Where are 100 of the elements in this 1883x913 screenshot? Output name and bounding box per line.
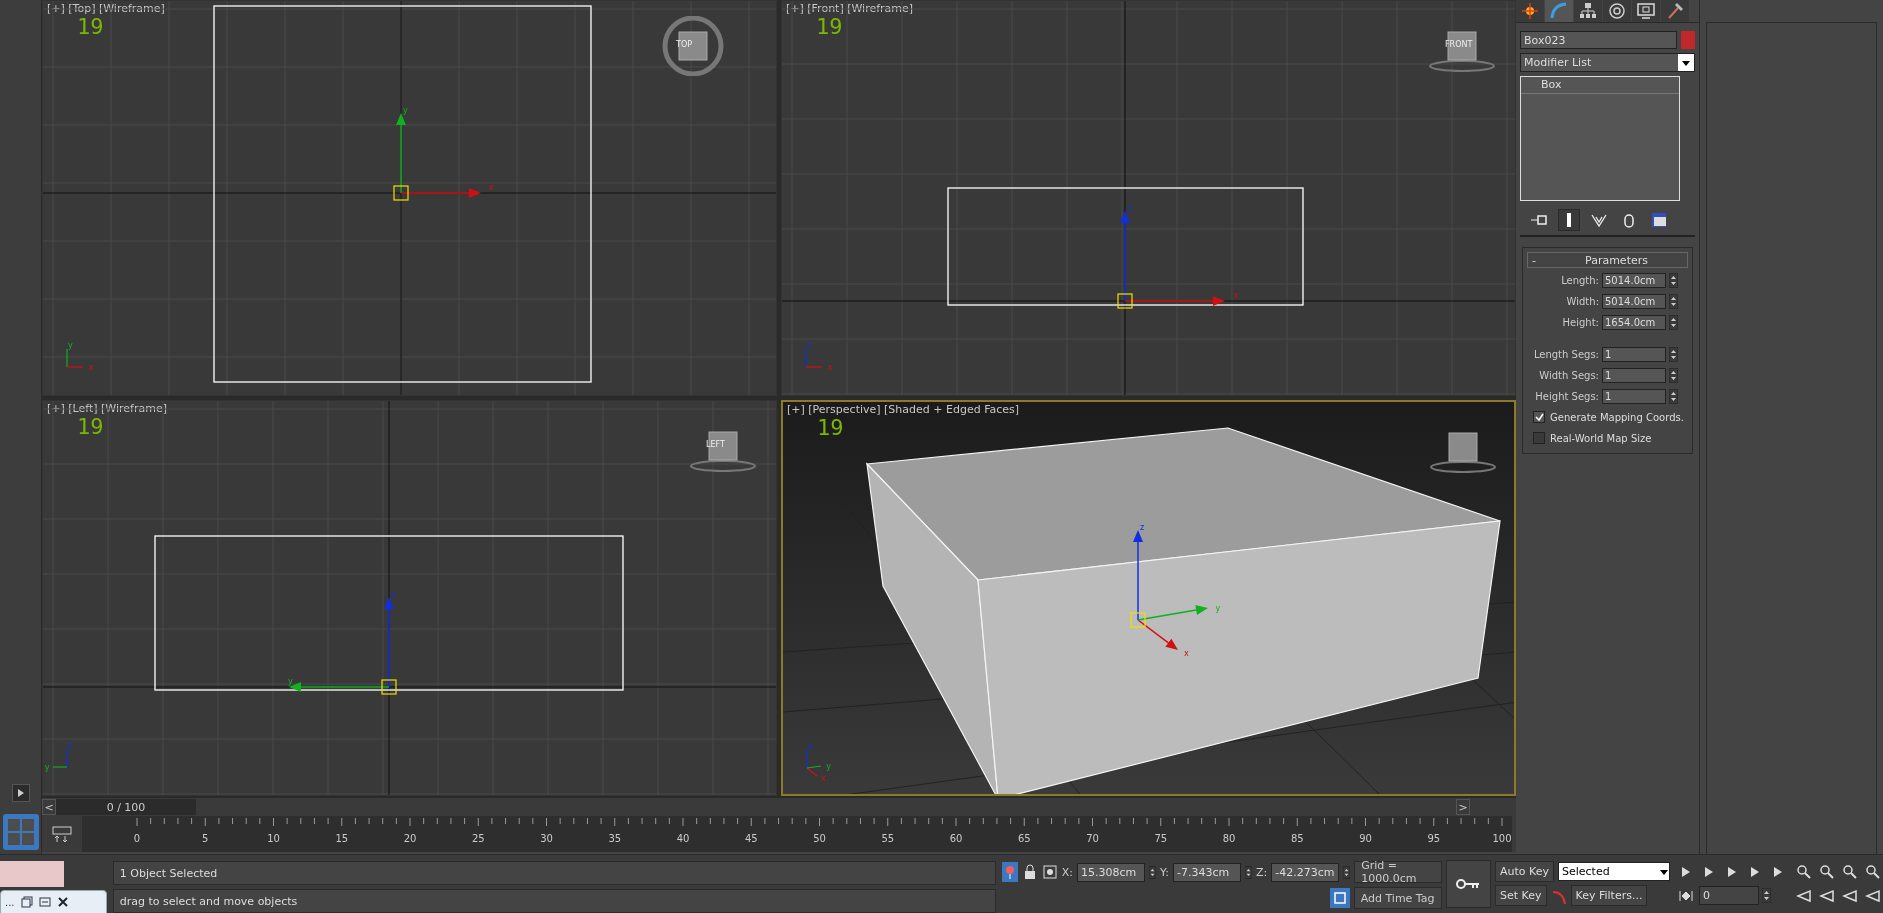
- close-icon[interactable]: [56, 896, 69, 908]
- object-name-field[interactable]: Box023: [1520, 31, 1677, 49]
- axis-label: x: [88, 363, 94, 372]
- curve-editor-icon[interactable]: [52, 824, 72, 844]
- restore-icon[interactable]: [20, 896, 33, 908]
- play-button[interactable]: [11, 784, 30, 802]
- spinner-arrows-icon[interactable]: [1669, 367, 1678, 383]
- parameter-field[interactable]: 5014.0cm: [1602, 293, 1666, 309]
- zoom-icon[interactable]: [1796, 863, 1812, 880]
- fps-counter: 19: [77, 416, 104, 438]
- modifier-stack[interactable]: Box: [1520, 76, 1680, 201]
- spinner-arrows-icon[interactable]: [1669, 346, 1678, 362]
- spinner-arrows-icon[interactable]: [1669, 314, 1678, 330]
- rollout-header[interactable]: - Parameters: [1527, 252, 1688, 268]
- checkbox[interactable]: [1533, 432, 1545, 444]
- stack-tool-button[interactable]: [1558, 209, 1580, 231]
- frame-number: 40: [676, 833, 690, 844]
- checkbox[interactable]: [1533, 411, 1545, 423]
- move-gizmo[interactable]: [1117, 211, 1225, 309]
- play-icon[interactable]: [15, 788, 26, 798]
- coordinate-field[interactable]: -7.343cm: [1172, 862, 1241, 882]
- command-panel-tab[interactable]: [1661, 0, 1689, 22]
- parameter-field[interactable]: 1: [1602, 346, 1666, 362]
- parameter-label: Width Segs:: [1539, 369, 1599, 381]
- frame-number: 70: [1086, 833, 1099, 844]
- parameter-field[interactable]: 1654.0cm: [1602, 314, 1666, 330]
- checkmark-icon: [1534, 412, 1544, 422]
- window-icon[interactable]: [38, 896, 51, 908]
- time-slider-thumb[interactable]: 0 / 100: [56, 799, 196, 815]
- parameter-field[interactable]: 1: [1602, 388, 1666, 404]
- spinner-arrows-icon[interactable]: [1343, 864, 1351, 880]
- viewport-layout-button[interactable]: [2, 814, 39, 850]
- transform-mode-icon[interactable]: [1041, 864, 1058, 880]
- create-tab-icon[interactable]: [1521, 2, 1539, 20]
- modifier-list-dropdown[interactable]: Modifier List: [1520, 53, 1695, 72]
- caret-icon: [1659, 867, 1669, 876]
- auto-key-button[interactable]: Auto Key: [1495, 861, 1554, 882]
- frame-number: 75: [1154, 833, 1168, 844]
- command-panel-tab[interactable]: [1516, 0, 1544, 22]
- motion-tab-icon[interactable]: [1608, 2, 1626, 20]
- key-filters-button[interactable]: Key Filters...: [1570, 885, 1648, 906]
- move-gizmo[interactable]: [393, 113, 481, 201]
- axis-label: z: [391, 589, 396, 599]
- axis-label: x: [1184, 648, 1189, 658]
- frame-number: 5: [202, 833, 209, 844]
- parameter-field[interactable]: 5014.0cm: [1602, 272, 1666, 288]
- modify-tab-icon[interactable]: [1550, 2, 1568, 20]
- axis-label: z: [68, 741, 73, 751]
- rollout-toggle[interactable]: -: [1528, 253, 1546, 267]
- coordinate-field[interactable]: -42.273cm: [1271, 862, 1340, 882]
- wireframe-box[interactable]: [947, 187, 1304, 306]
- key-mode-dropdown[interactable]: Selected: [1558, 862, 1670, 881]
- set-key-text-button[interactable]: Set Key: [1495, 885, 1547, 906]
- rollout-title: Parameters: [1584, 253, 1649, 267]
- viewport[interactable]: [+] [Perspective] [Shaded + Edged Faces] 19 z x y z x y: [781, 400, 1516, 796]
- set-key-button[interactable]: [1445, 860, 1491, 908]
- current-frame-field[interactable]: 0: [1699, 886, 1759, 905]
- caret-icon: [1681, 58, 1691, 67]
- viewport-label[interactable]: [+] [Left] [Wireframe]: [47, 402, 167, 415]
- next-frame-button[interactable]: >: [1456, 799, 1470, 815]
- viewport-label[interactable]: [+] [Front] [Wireframe]: [786, 2, 914, 15]
- spinner-arrows-icon[interactable]: [1244, 864, 1252, 880]
- object-color-swatch[interactable]: [1681, 31, 1695, 49]
- previous-frame-button[interactable]: <: [42, 799, 56, 815]
- spinner-arrows-icon[interactable]: [1149, 864, 1156, 880]
- viewport-label[interactable]: [+] [Top] [Wireframe]: [47, 2, 165, 15]
- axis-label: x: [1234, 291, 1239, 300]
- spinner-arrows-icon[interactable]: [1669, 388, 1678, 404]
- display-tab-icon[interactable]: [1637, 2, 1655, 20]
- move-gizmo[interactable]: [1130, 530, 1208, 650]
- utilities-tab-icon[interactable]: [1666, 2, 1684, 20]
- axis-label: z: [1127, 203, 1132, 213]
- spinner-arrows-icon[interactable]: [1762, 888, 1771, 903]
- time-tag-icon[interactable]: [1331, 890, 1348, 906]
- axis-label: x: [827, 363, 833, 372]
- command-panel-tab[interactable]: [1603, 0, 1631, 22]
- checkbox-label: Real-World Map Size: [1550, 432, 1652, 444]
- command-panel-tab[interactable]: [1632, 0, 1660, 22]
- frame-number: 20: [403, 833, 417, 844]
- wireframe-box[interactable]: [213, 5, 592, 383]
- trackbar[interactable]: 0 5 10 15 20 25 30 35 40 45 50 55 60 65 70 75 80 85 90 95 100: [82, 816, 1512, 852]
- spinner-arrows-icon[interactable]: [1669, 293, 1678, 309]
- grid-size-label: Grid = 1000.0cm: [1354, 861, 1442, 883]
- shaded-box[interactable]: [865, 427, 1501, 794]
- move-gizmo[interactable]: [289, 597, 397, 695]
- frame-number: 65: [1017, 833, 1031, 844]
- key-icon: [1455, 876, 1482, 892]
- hierarchy-tab-icon[interactable]: [1579, 2, 1597, 20]
- wireframe-box[interactable]: [154, 535, 624, 691]
- parameter-field[interactable]: 1: [1602, 367, 1666, 383]
- coordinate-field[interactable]: 15.308cm: [1077, 862, 1145, 882]
- axis-label: z: [808, 742, 813, 752]
- spinner-arrows-icon[interactable]: [1669, 272, 1678, 288]
- viewport-label[interactable]: [+] [Perspective] [Shaded + Edged Faces]: [787, 403, 1020, 416]
- command-panel-tab[interactable]: [1574, 0, 1602, 22]
- add-time-tag-button[interactable]: Add Time Tag: [1353, 887, 1442, 909]
- frame-number: 85: [1290, 833, 1304, 844]
- fps-counter: 19: [77, 16, 104, 38]
- modifier-stack-item[interactable]: Box: [1521, 77, 1679, 94]
- axis-tripod-icon: [805, 348, 823, 368]
